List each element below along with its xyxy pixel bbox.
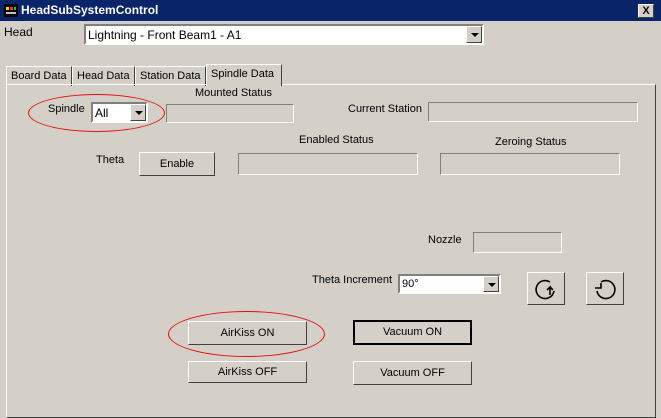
head-select-value: Lightning - Front Beam1 - A1	[88, 28, 242, 42]
tab-head-data[interactable]: Head Data	[72, 66, 135, 86]
spindle-select-value: All	[95, 106, 109, 120]
app-icon	[4, 4, 18, 17]
chevron-down-icon[interactable]	[466, 26, 482, 43]
enabled-status-field	[238, 153, 418, 175]
mounted-status-label: Mounted Status	[195, 87, 273, 99]
tab-label: Station Data	[140, 70, 201, 82]
zeroing-status-label: Zeroing Status	[495, 136, 567, 148]
current-station-label: Current Station	[348, 103, 422, 115]
theta-label: Theta	[96, 154, 125, 166]
theta-increment-label: Theta Increment	[312, 274, 393, 286]
chevron-down-icon[interactable]	[483, 276, 499, 292]
tab-label: Spindle Data	[211, 68, 274, 80]
window-title: HeadSubSystemControl	[21, 3, 159, 17]
tab-station-data[interactable]: Station Data	[135, 66, 206, 86]
vacuum-on-button[interactable]: Vacuum ON	[353, 320, 472, 345]
close-button[interactable]: X	[638, 4, 654, 18]
tab-spindle-data[interactable]: Spindle Data	[206, 64, 282, 86]
nozzle-field	[473, 232, 562, 253]
nozzle-label: Nozzle	[428, 234, 462, 246]
rotate-cw-button[interactable]	[527, 272, 565, 305]
head-label: Head	[4, 25, 33, 39]
rotate-ccw-button[interactable]	[586, 272, 624, 305]
tab-label: Head Data	[77, 70, 130, 82]
spindle-label: Spindle	[48, 103, 85, 115]
theta-increment-value: 90°	[402, 278, 419, 290]
theta-increment-select[interactable]: 90°	[398, 274, 501, 294]
tab-board-data[interactable]: Board Data	[6, 66, 72, 86]
airkiss-off-button[interactable]: AirKiss OFF	[188, 361, 307, 383]
zeroing-status-field	[440, 153, 620, 175]
rotate-ccw-icon	[595, 279, 616, 300]
airkiss-on-button[interactable]: AirKiss ON	[188, 321, 307, 345]
vacuum-off-button[interactable]: Vacuum OFF	[353, 361, 472, 385]
chevron-down-icon[interactable]	[130, 104, 146, 121]
enabled-status-label: Enabled Status	[299, 134, 374, 146]
head-select[interactable]: Lightning - Front Beam1 - A1	[84, 24, 484, 45]
current-station-field	[428, 102, 638, 122]
mounted-status-field	[166, 104, 294, 123]
spindle-select[interactable]: All	[91, 102, 148, 123]
tab-label: Board Data	[11, 70, 67, 82]
enable-button[interactable]: Enable	[139, 152, 215, 176]
rotate-cw-icon	[535, 279, 555, 300]
